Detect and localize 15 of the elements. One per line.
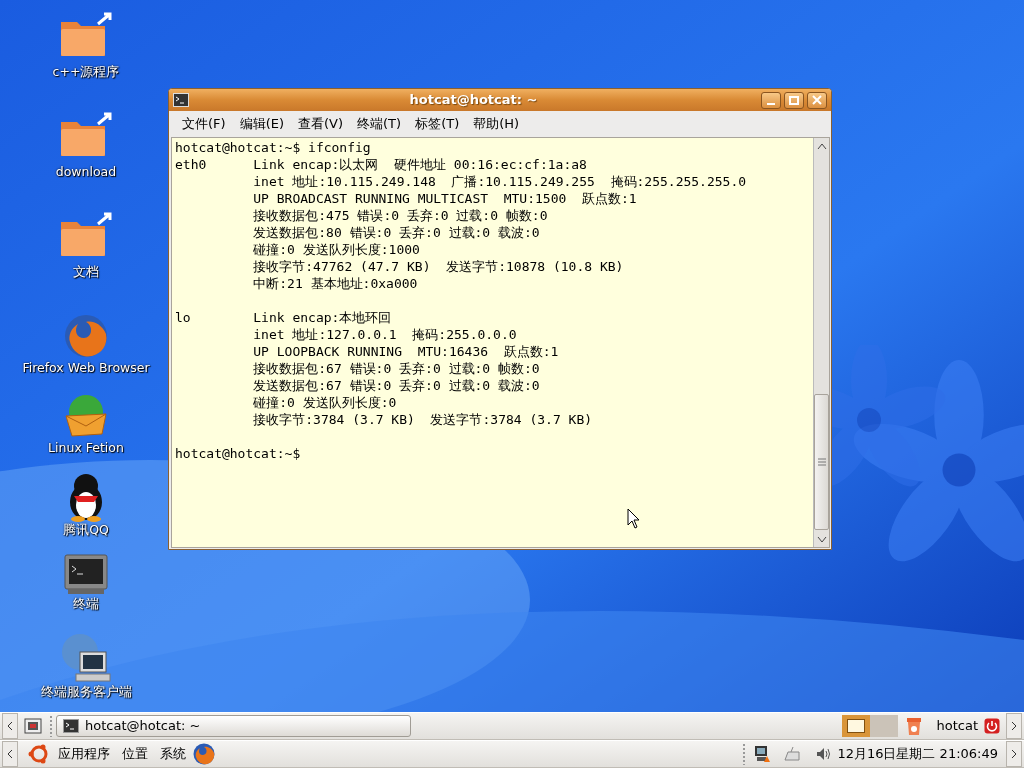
ubuntu-logo-icon[interactable]: [28, 743, 50, 765]
keyboard-icon[interactable]: [783, 746, 802, 762]
workspace-switcher-cell[interactable]: [870, 715, 899, 737]
panel-menu[interactable]: 位置: [116, 744, 154, 764]
speaker-icon[interactable]: [815, 746, 832, 762]
user-name[interactable]: hotcat: [930, 716, 984, 736]
network-computer-icon[interactable]: [753, 745, 772, 763]
taskbar-button[interactable]: hotcat@hotcat: ~: [56, 715, 411, 737]
power-icon[interactable]: [984, 718, 1000, 734]
show-desktop-icon[interactable]: [24, 718, 42, 734]
clock[interactable]: 12月16日星期二 21:06:49: [831, 744, 1004, 764]
panel-menu[interactable]: 应用程序: [52, 744, 116, 764]
workspace-switcher-cell[interactable]: [842, 715, 871, 737]
panel-menu[interactable]: 系统: [154, 744, 192, 764]
terminal-icon: [63, 719, 79, 733]
